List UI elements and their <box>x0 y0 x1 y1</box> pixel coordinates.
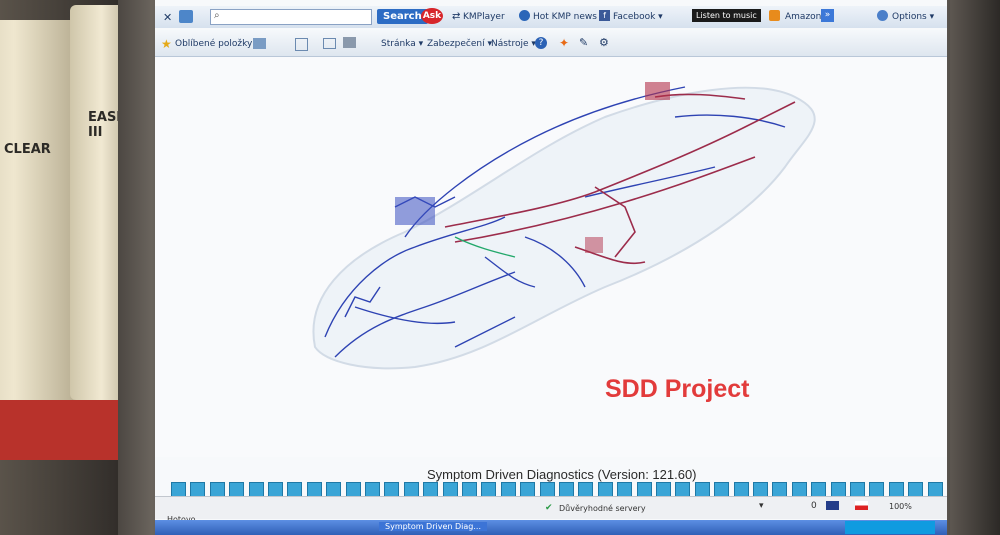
facebook-link[interactable]: Facebook ▾ <box>613 12 663 22</box>
home-icon[interactable] <box>179 10 193 23</box>
options-gear-icon <box>877 10 888 21</box>
facebook-icon: f <box>599 10 610 21</box>
sdd-project-title: SDD Project <box>605 375 750 403</box>
pagerank-icon: ▾ <box>759 501 764 511</box>
search-input[interactable]: ⌕ <box>210 9 372 25</box>
magnifier-icon: ⌕ <box>214 10 220 21</box>
amazon-link[interactable]: Amazon <box>785 12 821 22</box>
status-bar: Hotovo ✔ Důvěryhodné servery ▾ 0 100% <box>155 496 947 524</box>
hot-kmp-news-link[interactable]: Hot KMP news ▾ <box>533 12 604 22</box>
check-icon: ✔ <box>545 503 553 513</box>
print-icon[interactable] <box>343 37 356 48</box>
tool-icon[interactable]: ⚙ <box>599 36 609 49</box>
pen-icon[interactable]: ✎ <box>579 36 588 49</box>
right-background <box>950 0 1000 535</box>
favorites-link[interactable]: Oblíbené položky <box>175 39 252 49</box>
version-text: Symptom Driven Diagnostics (Version: 121… <box>427 467 697 482</box>
amazon-icon <box>769 10 780 21</box>
count-text: 0 <box>811 501 817 511</box>
star-icon[interactable]: ★ <box>161 37 172 51</box>
screen: ✕ ⌕ Search Ask ⇄ KMPlayer Hot KMP news ▾… <box>155 0 947 535</box>
kmplayer-link[interactable]: KMPlayer <box>463 12 505 22</box>
ask-logo[interactable]: Ask <box>421 8 443 24</box>
taskbar-window-button[interactable]: Symptom Driven Diag... <box>379 522 487 531</box>
mail-icon[interactable] <box>323 38 336 49</box>
browser-toolbar: ✕ ⌕ Search Ask ⇄ KMPlayer Hot KMP news ▾… <box>155 6 947 28</box>
globe-icon <box>519 10 530 21</box>
uk-flag-icon[interactable] <box>826 501 839 510</box>
page-menu[interactable]: Stránka ▾ <box>381 39 423 49</box>
zoom-level[interactable]: 100% <box>889 502 912 511</box>
feeds-icon[interactable] <box>253 38 266 49</box>
options-menu[interactable]: Options ▾ <box>892 12 934 22</box>
more-chevron-icon[interactable]: » <box>821 9 834 22</box>
wiring-diagram-image <box>312 82 816 370</box>
tools-menu[interactable]: Nástroje ▾ <box>491 39 536 49</box>
fox-icon[interactable]: ✦ <box>559 36 569 50</box>
page-content: SDD Project Symptom Driven Diagnostics (… <box>155 57 947 482</box>
spray-can-left: CLEAR <box>0 20 80 400</box>
command-bar: ★ Oblíbené položky Stránka ▾ Zabezpečení… <box>155 30 947 57</box>
page-icon[interactable] <box>295 38 308 51</box>
cz-flag-icon[interactable] <box>855 501 868 510</box>
arrows-icon[interactable]: ⇄ <box>452 11 460 22</box>
listen-music-button[interactable]: Listen to music <box>692 9 761 22</box>
trusted-zone-text: Důvěryhodné servery <box>559 504 646 513</box>
close-icon[interactable]: ✕ <box>163 11 172 24</box>
system-tray <box>845 521 935 534</box>
help-icon[interactable]: ? <box>535 37 547 49</box>
security-menu[interactable]: Zabezpečení ▾ <box>427 39 492 49</box>
windows-taskbar: Symptom Driven Diag... <box>155 520 947 535</box>
